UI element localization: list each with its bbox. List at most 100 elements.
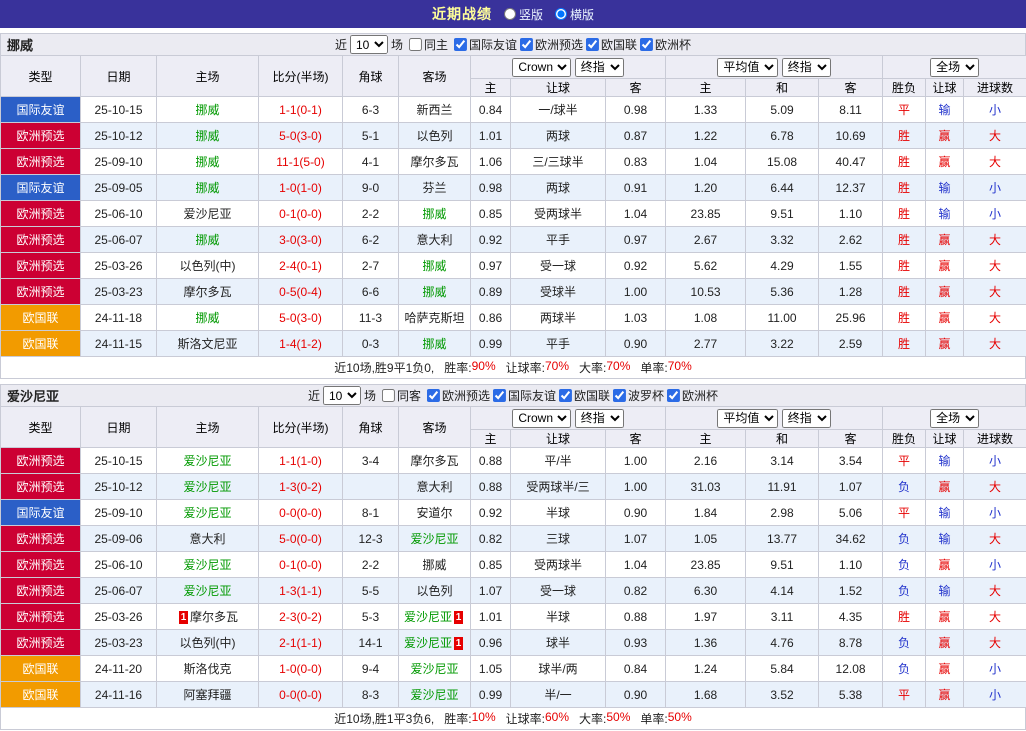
col-header-date: 日期 <box>80 55 157 97</box>
competition-type-badge: 欧洲预选 <box>0 200 81 227</box>
full-match-select[interactable]: 全场 <box>930 408 980 428</box>
result-group-header: 全场 <box>882 406 1026 430</box>
final-index-select[interactable]: 终指 <box>574 57 624 77</box>
result-goals: 小 <box>963 447 1026 474</box>
average-select[interactable]: 平均值 <box>717 57 779 77</box>
filter-checkbox[interactable]: 欧国联 <box>559 387 610 404</box>
summary-stat-label: 大率: <box>579 361 607 375</box>
result-wdl: 胜 <box>882 252 927 279</box>
bookmaker-select[interactable]: Crown <box>512 408 572 428</box>
score-halftime: 0-0(0-0) <box>258 681 343 708</box>
odds-away: 0.84 <box>604 655 667 682</box>
result-goals: 大 <box>963 603 1026 630</box>
filter-checkbox-input[interactable] <box>453 37 467 51</box>
corners: 6-6 <box>342 278 399 305</box>
same-venue-checkbox-input[interactable] <box>381 389 395 402</box>
games-count-select[interactable]: 10 <box>322 386 361 405</box>
filter-checkbox-input[interactable] <box>520 37 534 51</box>
away-team-name: 以色列 <box>416 129 453 143</box>
home-team-name: 爱沙尼亚 <box>183 558 232 572</box>
match-row: 欧洲预选 25-10-12 爱沙尼亚 1-3(0-2) 意大利 0.88 受两球半/三 1.0… <box>0 473 1026 500</box>
home-team: 以色列(中) <box>156 629 259 656</box>
avg-away: 1.07 <box>818 473 884 500</box>
filter-checkbox[interactable]: 欧洲预选 <box>520 36 583 53</box>
result-group-header: 全场 <box>882 55 1026 79</box>
summary-stat-label: 单率: <box>640 361 668 375</box>
avg-away: 1.10 <box>818 551 884 578</box>
match-date: 25-10-15 <box>80 447 157 474</box>
filter-checkbox-input[interactable] <box>559 388 573 402</box>
result-wdl: 平 <box>882 681 927 708</box>
summary-stat-value: 50% <box>606 710 631 724</box>
filter-checkbox-input[interactable] <box>586 37 600 51</box>
match-row: 欧洲预选 25-06-07 爱沙尼亚 1-3(1-1) 5-5 以色列 1.07 受一球 0.8… <box>0 577 1026 604</box>
score-halftime: 1-0(1-0) <box>258 174 343 201</box>
same-venue-label: 同客 <box>396 389 421 403</box>
avg-away: 5.06 <box>818 499 884 526</box>
same-venue-checkbox[interactable]: 同主 <box>408 36 448 53</box>
odds-home: 0.85 <box>470 200 511 227</box>
odds-away: 0.88 <box>604 603 667 630</box>
result-handicap: 赢 <box>925 655 965 682</box>
competition-type-badge: 欧洲预选 <box>0 226 81 253</box>
layout-radio-vertical-input[interactable] <box>503 8 516 20</box>
filter-checkbox[interactable]: 欧洲杯 <box>667 387 718 404</box>
same-venue-checkbox-input[interactable] <box>408 38 422 51</box>
odds-home: 0.92 <box>470 499 511 526</box>
result-handicap: 输 <box>925 96 965 123</box>
filter-checkbox-input[interactable] <box>426 388 440 402</box>
away-team-name: 爱沙尼亚 <box>403 610 452 624</box>
filter-checkbox-input[interactable] <box>667 388 681 402</box>
filter-checkbox[interactable]: 欧国联 <box>586 36 637 53</box>
odds-home: 0.96 <box>470 629 511 656</box>
average-select[interactable]: 平均值 <box>717 408 779 428</box>
summary-stat-value: 10% <box>471 710 496 724</box>
games-count-select[interactable]: 10 <box>349 35 388 54</box>
layout-radio-horizontal[interactable]: 横版 <box>555 6 594 23</box>
summary-stat-value: 70% <box>544 359 570 373</box>
filter-checkbox-input[interactable] <box>613 388 627 402</box>
filter-checkbox-input[interactable] <box>640 37 654 51</box>
home-team-name: 爱沙尼亚 <box>183 584 232 598</box>
result-wdl: 胜 <box>882 200 927 227</box>
summary-stat: 大率: 50% <box>579 710 630 727</box>
odds-home: 1.06 <box>470 148 511 175</box>
filter-label: 欧洲预选 <box>441 388 490 403</box>
col-header-odds-home: 主 <box>470 78 511 97</box>
handicap: 球半 <box>510 629 606 656</box>
layout-vertical-label: 竖版 <box>518 7 543 22</box>
filter-checkbox[interactable]: 欧洲预选 <box>426 387 490 404</box>
bookmaker-select[interactable]: Crown <box>512 57 572 77</box>
full-match-select[interactable]: 全场 <box>930 57 980 77</box>
competition-type-badge: 欧洲预选 <box>0 551 81 578</box>
filter-checkbox[interactable]: 波罗杯 <box>613 387 664 404</box>
competition-filters: 欧洲预选 国际友谊 欧国联 波罗杯 欧洲杯 <box>424 387 718 405</box>
layout-radio-vertical[interactable]: 竖版 <box>503 6 543 23</box>
away-team: 以色列 <box>398 577 471 604</box>
odds-away: 0.92 <box>604 252 667 279</box>
same-venue-checkbox[interactable]: 同客 <box>381 387 421 404</box>
home-team: 挪威 <box>156 304 259 331</box>
avg-home: 23.85 <box>665 200 747 227</box>
filter-checkbox-input[interactable] <box>493 388 506 402</box>
corners: 8-1 <box>342 499 399 526</box>
result-wdl: 平 <box>882 447 927 474</box>
layout-horizontal-label: 横版 <box>570 7 595 22</box>
avg-home: 2.16 <box>665 447 747 474</box>
final-index-select-2[interactable]: 终指 <box>781 408 831 428</box>
avg-draw: 3.22 <box>745 330 820 357</box>
odds-home: 0.99 <box>470 330 511 357</box>
home-team: 爱沙尼亚 <box>156 551 259 578</box>
away-team: 芬兰 <box>398 174 471 201</box>
filter-checkbox[interactable]: 国际友谊 <box>453 36 517 53</box>
filter-checkbox[interactable]: 国际友谊 <box>493 387 556 404</box>
summary-stat: 单率: 50% <box>640 710 691 727</box>
odds-home: 0.88 <box>470 473 511 500</box>
avg-draw: 6.44 <box>745 174 820 201</box>
final-index-select-2[interactable]: 终指 <box>781 57 831 77</box>
final-index-select[interactable]: 终指 <box>574 408 624 428</box>
filter-checkbox[interactable]: 欧洲杯 <box>640 36 691 53</box>
avg-draw: 5.09 <box>745 96 820 123</box>
handicap: 两球半 <box>510 304 606 331</box>
layout-radio-horizontal-input[interactable] <box>555 8 567 20</box>
